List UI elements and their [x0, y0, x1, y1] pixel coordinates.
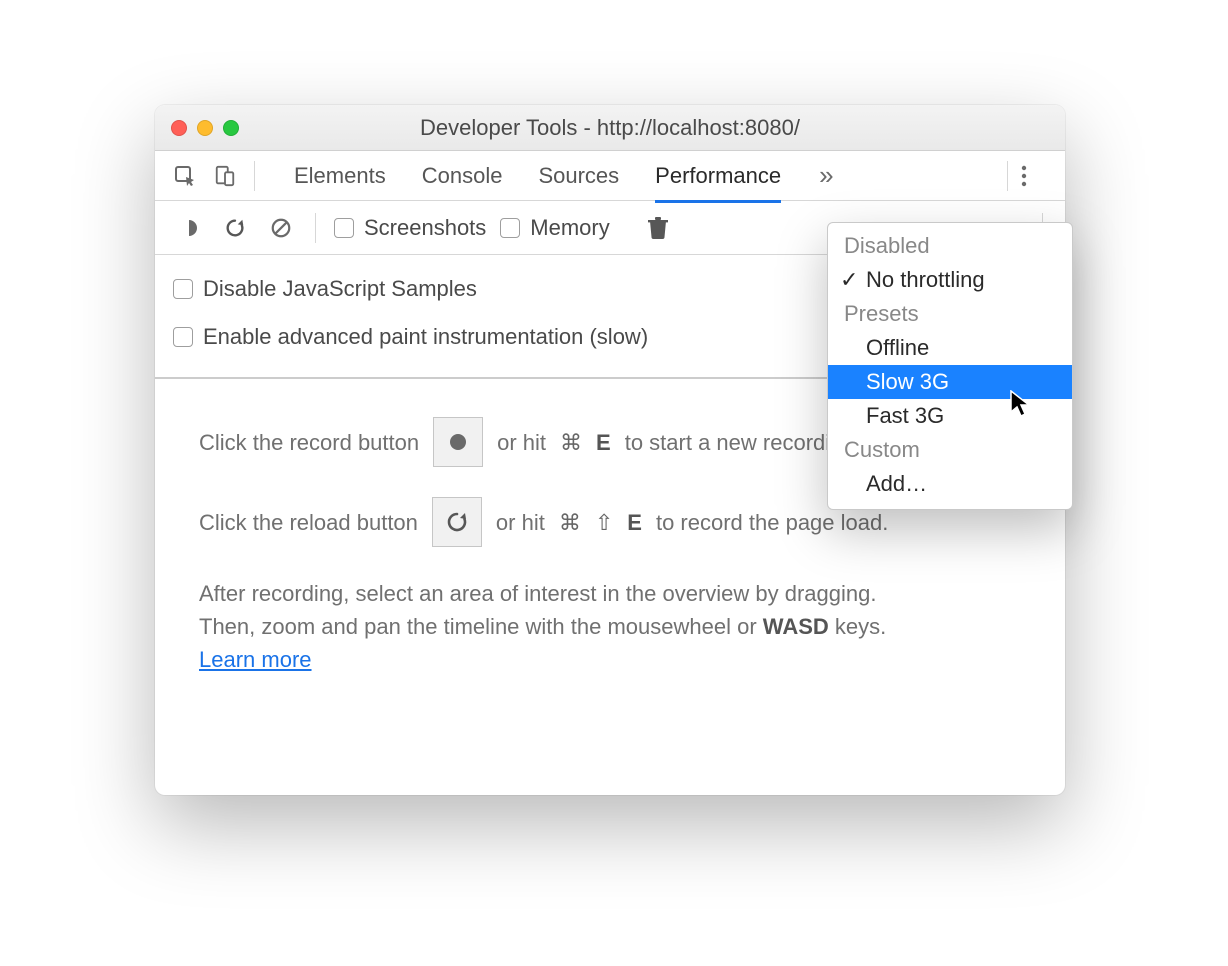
screenshots-label: Screenshots — [364, 215, 486, 241]
no-icon[interactable] — [265, 212, 297, 244]
option-label: No throttling — [866, 267, 985, 293]
checkbox-box — [500, 218, 520, 238]
panel-tabs-row: Elements Console Sources Performance » — [155, 151, 1065, 201]
text: to record the page load. — [656, 506, 888, 539]
tab-console[interactable]: Console — [422, 151, 503, 200]
memory-label: Memory — [530, 215, 609, 241]
tab-sources[interactable]: Sources — [538, 151, 619, 200]
key-e: E — [596, 426, 611, 459]
throttle-option-slow-3g[interactable]: Slow 3G — [828, 365, 1072, 399]
divider — [315, 213, 316, 243]
instruction-paragraph: After recording, select an area of inter… — [199, 577, 1021, 676]
enable-paint-label: Enable advanced paint instrumentation (s… — [203, 324, 648, 350]
divider — [254, 161, 255, 191]
memory-checkbox[interactable]: Memory — [500, 215, 609, 241]
checkmark-icon: ✓ — [840, 267, 858, 293]
checkbox-box — [173, 327, 193, 347]
trash-icon[interactable] — [642, 212, 674, 244]
record-button[interactable] — [433, 417, 483, 467]
key-e: E — [627, 506, 642, 539]
learn-more-link[interactable]: Learn more — [199, 647, 312, 672]
option-label: Slow 3G — [866, 369, 949, 395]
divider — [1007, 161, 1008, 191]
throttle-option-fast-3g[interactable]: Fast 3G — [828, 399, 1072, 433]
close-window-button[interactable] — [171, 120, 187, 136]
tab-elements[interactable]: Elements — [294, 151, 386, 200]
dropdown-header-presets: Presets — [828, 297, 1072, 331]
text: or hit — [497, 426, 546, 459]
cmd-key-icon: ⌘ — [560, 426, 582, 459]
text: keys. — [829, 614, 886, 639]
option-label: Offline — [866, 335, 929, 361]
device-toggle-icon[interactable] — [209, 160, 241, 192]
menu-more-icon[interactable] — [1021, 164, 1051, 188]
traffic-lights — [171, 120, 239, 136]
reload-button[interactable] — [432, 497, 482, 547]
tabs-list: Elements Console Sources Performance — [294, 151, 781, 200]
disable-js-samples-label: Disable JavaScript Samples — [203, 276, 477, 302]
record-half-icon[interactable] — [173, 212, 205, 244]
text: Click the record button — [199, 426, 419, 459]
minimize-window-button[interactable] — [197, 120, 213, 136]
text: or hit — [496, 506, 545, 539]
throttle-option-offline[interactable]: Offline — [828, 331, 1072, 365]
text: Click the reload button — [199, 506, 418, 539]
text: to start a new recording. — [625, 426, 861, 459]
zoom-window-button[interactable] — [223, 120, 239, 136]
inspect-element-icon[interactable] — [169, 160, 201, 192]
dropdown-header-custom: Custom — [828, 433, 1072, 467]
tabs-overflow-button[interactable]: » — [819, 160, 833, 191]
throttle-option-no-throttling[interactable]: ✓ No throttling — [828, 263, 1072, 297]
option-label: Fast 3G — [866, 403, 944, 429]
enable-paint-checkbox[interactable]: Enable advanced paint instrumentation (s… — [173, 324, 648, 350]
reload-icon[interactable] — [219, 212, 251, 244]
text: After recording, select an area of inter… — [199, 581, 876, 606]
screenshots-checkbox[interactable]: Screenshots — [334, 215, 486, 241]
window-title: Developer Tools - http://localhost:8080/ — [155, 115, 1065, 141]
dropdown-header-disabled: Disabled — [828, 229, 1072, 263]
tab-performance[interactable]: Performance — [655, 151, 781, 200]
option-label: Add… — [866, 471, 927, 497]
checkbox-box — [334, 218, 354, 238]
checkbox-box — [173, 279, 193, 299]
cmd-key-icon: ⌘ — [559, 506, 581, 539]
wasd-keys: WASD — [763, 614, 829, 639]
throttle-option-add[interactable]: Add… — [828, 467, 1072, 501]
shift-key-icon: ⇧ — [595, 506, 613, 539]
disable-js-samples-checkbox[interactable]: Disable JavaScript Samples — [173, 276, 477, 302]
titlebar: Developer Tools - http://localhost:8080/ — [155, 105, 1065, 151]
network-throttling-dropdown: Disabled ✓ No throttling Presets Offline… — [827, 222, 1073, 510]
text: Then, zoom and pan the timeline with the… — [199, 614, 763, 639]
